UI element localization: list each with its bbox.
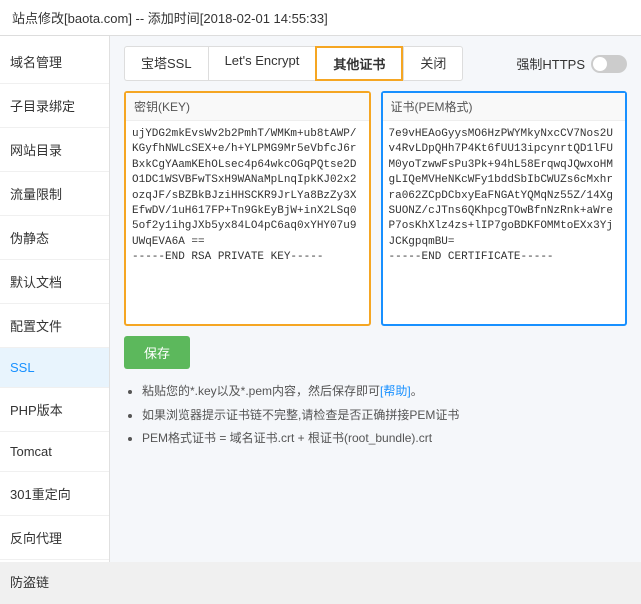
sidebar-item-tomcat[interactable]: Tomcat: [0, 432, 109, 472]
note-item-1: 粘贴您的*.key以及*.pem内容，然后保存即可[帮助]。: [142, 381, 627, 403]
cert-panels: 密钥(KEY) ujYDG2mkEvsWv2b2PmhT/WMKm+ub8tAW…: [124, 91, 627, 326]
sidebar: 域名管理子目录绑定网站目录流量限制伪静态默认文档配置文件SSLPHP版本Tomc…: [0, 36, 110, 562]
key-panel-header: 密钥(KEY): [126, 93, 369, 121]
sidebar-item-subdomain[interactable]: 子目录绑定: [0, 84, 109, 128]
sidebar-item-config[interactable]: 配置文件: [0, 304, 109, 348]
tab-baota-ssl[interactable]: 宝塔SSL: [124, 46, 208, 81]
sidebar-item-php[interactable]: PHP版本: [0, 388, 109, 432]
sidebar-item-domain[interactable]: 域名管理: [0, 40, 109, 84]
key-textarea[interactable]: ujYDG2mkEvsWv2b2PmhT/WMKm+ub8tAWP/KGyfhN…: [126, 121, 369, 321]
sidebar-item-sitedir[interactable]: 网站目录: [0, 128, 109, 172]
sidebar-item-ssl[interactable]: SSL: [0, 348, 109, 388]
help-link[interactable]: [帮助]: [380, 384, 411, 398]
title-bar: 站点修改[baota.com] -- 添加时间[2018-02-01 14:55…: [0, 0, 641, 36]
sidebar-item-flow[interactable]: 流量限制: [0, 172, 109, 216]
tab-lets-encrypt[interactable]: Let's Encrypt: [208, 46, 316, 81]
tab-other-cert[interactable]: 其他证书: [315, 46, 403, 81]
content-area: 宝塔SSL Let's Encrypt 其他证书 关闭 强制HTTPS 密钥(K…: [110, 36, 641, 562]
title-text: 站点修改[baota.com] -- 添加时间[2018-02-01 14:55…: [12, 8, 328, 27]
force-https-label: 强制HTTPS: [516, 54, 585, 73]
notes-section: 粘贴您的*.key以及*.pem内容，然后保存即可[帮助]。 如果浏览器提示证书…: [124, 381, 627, 450]
top-controls: 宝塔SSL Let's Encrypt 其他证书 关闭 强制HTTPS: [124, 46, 627, 81]
sidebar-item-pseudo[interactable]: 伪静态: [0, 216, 109, 260]
cert-textarea[interactable]: 7e9vHEAoGyysMO6HzPWYMkyNxcCV7Nos2Uv4RvLD…: [383, 121, 626, 321]
note-item-2: 如果浏览器提示证书链不完整,请检查是否正确拼接PEM证书: [142, 405, 627, 427]
tab-close[interactable]: 关闭: [403, 46, 463, 81]
cert-panel-header: 证书(PEM格式): [383, 93, 626, 121]
tabs: 宝塔SSL Let's Encrypt 其他证书 关闭: [124, 46, 516, 81]
key-panel: 密钥(KEY) ujYDG2mkEvsWv2b2PmhT/WMKm+ub8tAW…: [124, 91, 371, 326]
force-https-control: 强制HTTPS: [516, 54, 627, 73]
cert-panel: 证书(PEM格式) 7e9vHEAoGyysMO6HzPWYMkyNxcCV7N…: [381, 91, 628, 326]
note-item-3: PEM格式证书 = 域名证书.crt + 根证书(root_bundle).cr…: [142, 428, 627, 450]
save-button[interactable]: 保存: [124, 336, 190, 369]
sidebar-item-redirect[interactable]: 301重定向: [0, 472, 109, 516]
main-layout: 域名管理子目录绑定网站目录流量限制伪静态默认文档配置文件SSLPHP版本Tomc…: [0, 36, 641, 562]
force-https-toggle[interactable]: [591, 55, 627, 73]
sidebar-item-hotlink[interactable]: 防盗链: [0, 560, 109, 604]
sidebar-item-default[interactable]: 默认文档: [0, 260, 109, 304]
sidebar-item-proxy[interactable]: 反向代理: [0, 516, 109, 560]
